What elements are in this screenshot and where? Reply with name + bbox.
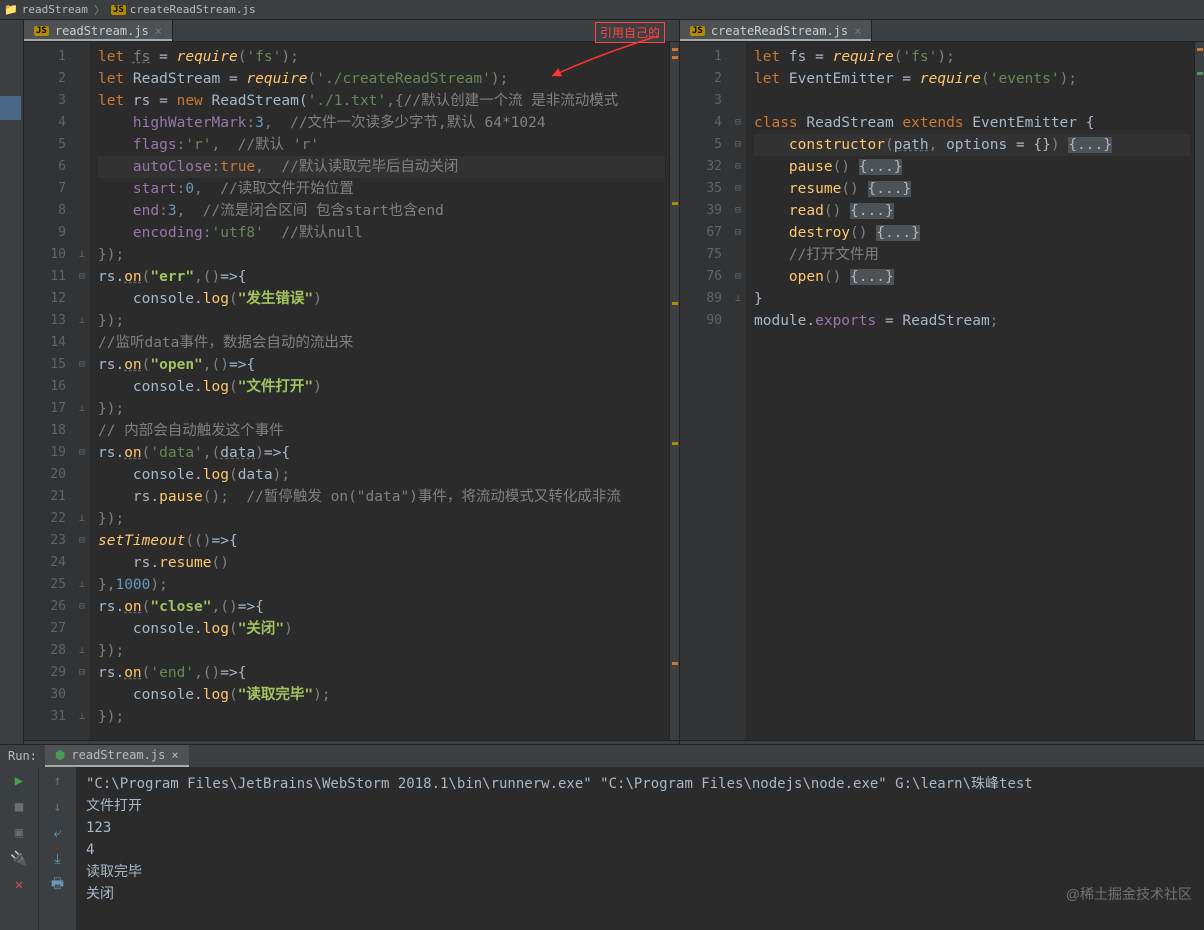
scroll-to-end-icon[interactable]: ⤓ xyxy=(50,851,66,867)
editor-tab[interactable]: JS readStream.js × xyxy=(24,20,173,41)
editor-right: JS createReadStream.js × 123453235396775… xyxy=(680,20,1204,760)
print-icon[interactable]: 🖶 xyxy=(50,877,66,893)
tab-bar: JS createReadStream.js × xyxy=(680,20,1204,42)
js-icon: JS xyxy=(34,26,49,36)
editor-left: JS readStream.js × 123456789101112131415… xyxy=(24,20,680,760)
gutter-linenumbers: 123453235396775768990 xyxy=(680,42,730,740)
layout-icon[interactable]: ▣ xyxy=(11,825,27,841)
editor-tab[interactable]: JS createReadStream.js × xyxy=(680,20,872,41)
down-icon[interactable]: ↓ xyxy=(50,799,66,815)
run-label: Run: xyxy=(0,749,45,763)
close-icon[interactable]: × xyxy=(171,748,178,762)
stop-icon[interactable]: ■ xyxy=(11,799,27,815)
up-icon[interactable]: ↑ xyxy=(50,773,66,789)
run-config-label: readStream.js xyxy=(71,748,165,762)
tab-bar: JS readStream.js × xyxy=(24,20,679,42)
close-icon[interactable]: ✕ xyxy=(11,877,27,893)
tab-label: readStream.js xyxy=(55,24,149,38)
breadcrumb: 📁 readStream 〉 JS createReadStream.js xyxy=(0,0,1204,20)
nodejs-icon: ⬢ xyxy=(55,748,65,762)
console-output[interactable]: "C:\Program Files\JetBrains\WebStorm 201… xyxy=(76,767,1204,930)
tool-window-gutter[interactable] xyxy=(0,20,24,760)
run-header: Run: ⬢ readStream.js × xyxy=(0,744,1204,767)
breadcrumb-item[interactable]: 📁 readStream xyxy=(4,3,88,16)
js-icon: JS xyxy=(690,26,705,36)
soft-wrap-icon[interactable]: ⤶ xyxy=(50,825,66,841)
run-config-tab[interactable]: ⬢ readStream.js × xyxy=(45,745,189,767)
breadcrumb-item[interactable]: JS createReadStream.js xyxy=(111,3,256,16)
rerun-icon[interactable]: ▶ xyxy=(11,773,27,789)
run-tool-window: Run: ⬢ readStream.js × ▶ ■ ▣ 🔌 ✕ ↑ ↓ ⤶ ⤓… xyxy=(0,765,1204,930)
code-editor[interactable]: let fs = require('fs');let EventEmitter … xyxy=(746,42,1194,740)
attach-debugger-icon[interactable]: 🔌 xyxy=(10,851,27,867)
gutter-fold[interactable]: ⊥⊟⊥⊟⊥⊟⊥⊟⊥⊟⊥⊟⊥ xyxy=(74,42,90,740)
js-icon: JS xyxy=(111,5,126,15)
close-icon[interactable]: × xyxy=(155,24,162,38)
code-editor[interactable]: let fs = require('fs');let ReadStream = … xyxy=(90,42,669,740)
error-stripe[interactable] xyxy=(1194,42,1204,740)
folder-icon: 📁 xyxy=(4,3,18,16)
close-icon[interactable]: × xyxy=(854,24,861,38)
run-toolbar-left2: ↑ ↓ ⤶ ⤓ 🖶 xyxy=(38,767,76,930)
gutter-linenumbers: 1234567891011121314151617181920212223242… xyxy=(24,42,74,740)
tab-label: createReadStream.js xyxy=(711,24,848,38)
gutter-fold[interactable]: ⊟⊟⊟⊟⊟⊟⊟⊥ xyxy=(730,42,746,740)
error-stripe[interactable] xyxy=(669,42,679,740)
user-annotation-box: 引用自己的 xyxy=(595,22,665,43)
run-toolbar-left: ▶ ■ ▣ 🔌 ✕ xyxy=(0,767,38,930)
